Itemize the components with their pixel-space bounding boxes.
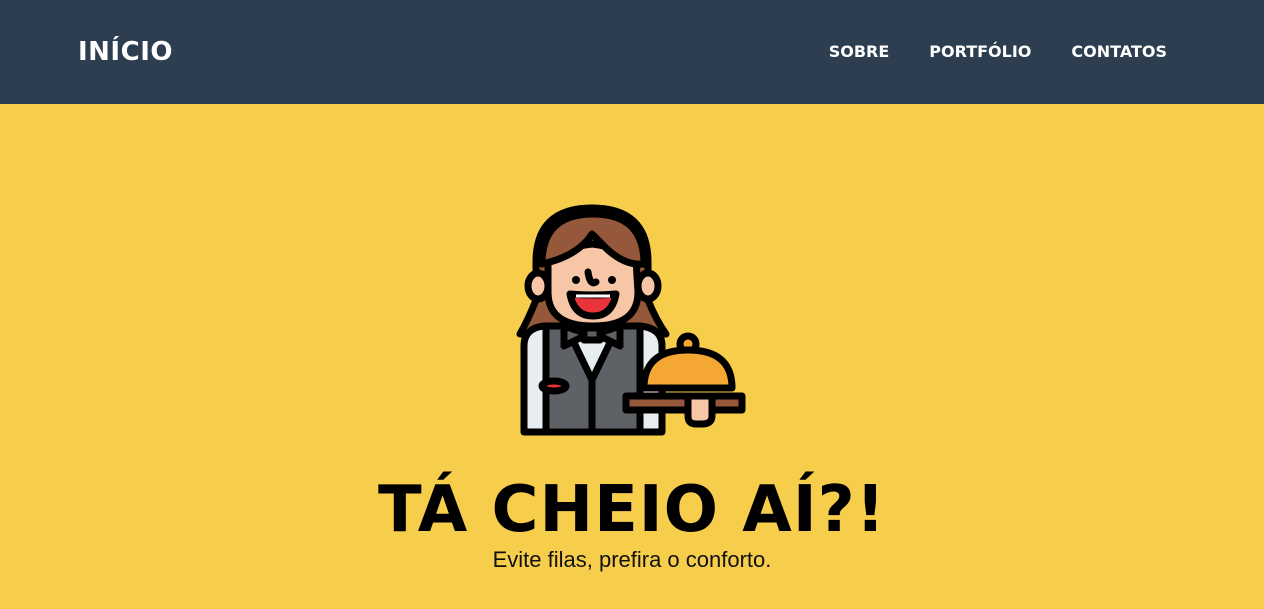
nav-link-portfolio[interactable]: PORTFÓLIO — [929, 40, 1031, 64]
brand-home-link[interactable]: INÍCIO — [78, 34, 173, 70]
nav-link-contatos[interactable]: CONTATOS — [1071, 40, 1167, 64]
nav-link-sobre[interactable]: SOBRE — [829, 40, 890, 64]
nav-links: SOBRE PORTFÓLIO CONTATOS — [829, 40, 1167, 64]
top-navbar: INÍCIO SOBRE PORTFÓLIO CONTATOS — [0, 0, 1264, 104]
waitress-with-cloche-icon — [516, 204, 746, 436]
hero-subline: Evite filas, prefira o conforto. — [492, 547, 772, 572]
hero-headline: TÁ CHEIO AÍ?! — [378, 473, 886, 547]
hero-section: TÁ CHEIO AÍ?! Evite filas, prefira o con… — [0, 104, 1264, 609]
